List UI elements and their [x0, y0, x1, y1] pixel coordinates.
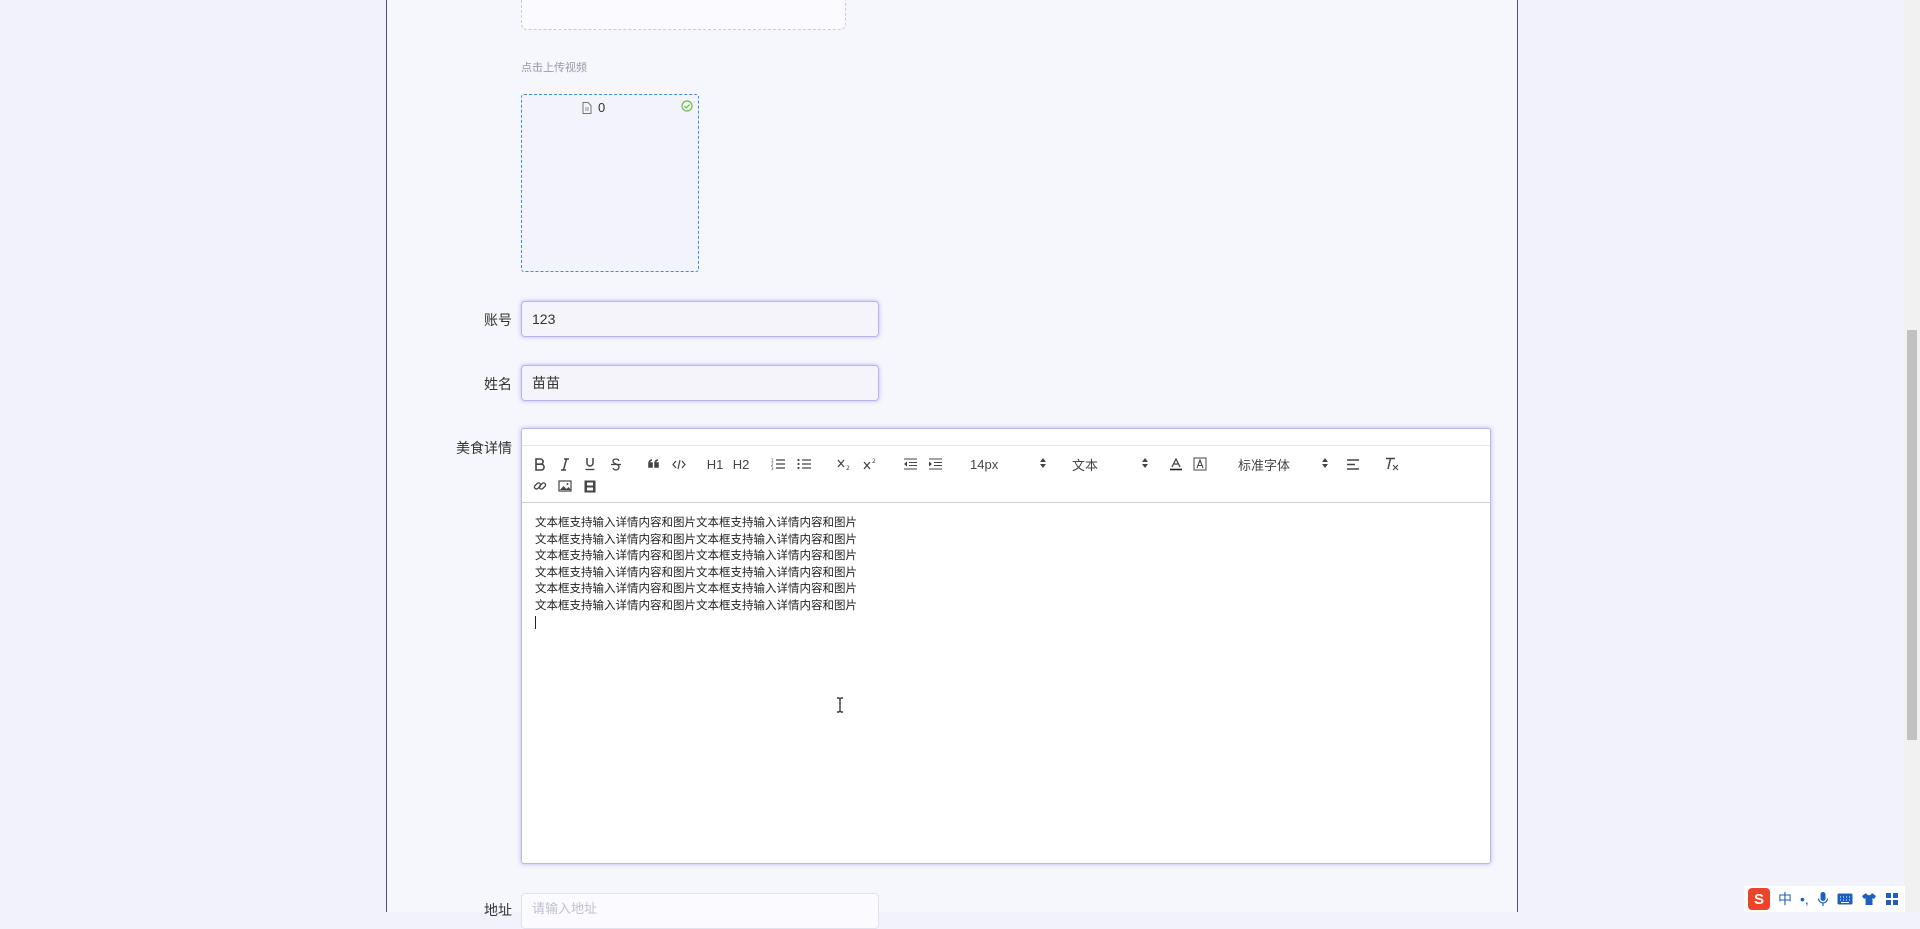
- size-picker[interactable]: 14px: [970, 455, 1046, 473]
- svg-text:3: 3: [771, 466, 774, 470]
- image-upload-box[interactable]: [521, 0, 846, 30]
- header-1-button[interactable]: H1: [706, 455, 724, 473]
- upload-video-hint: 点击上传视频: [521, 62, 587, 74]
- bold-icon[interactable]: [532, 455, 548, 473]
- header-picker-value: 文本: [1072, 457, 1099, 473]
- italic-icon[interactable]: [557, 455, 573, 473]
- editor-line: 文本框支持输入详情内容和图片文本框支持输入详情内容和图片: [535, 533, 857, 546]
- name-input[interactable]: 苗苗: [521, 365, 879, 401]
- editor-content[interactable]: 文本框支持输入详情内容和图片文本框支持输入详情内容和图片 文本框支持输入详情内容…: [535, 515, 857, 629]
- scrollbar-thumb[interactable]: [1907, 330, 1917, 740]
- microphone-icon[interactable]: [1817, 891, 1829, 907]
- outdent-icon[interactable]: [902, 455, 918, 473]
- keyboard-icon[interactable]: [1837, 893, 1853, 905]
- video-upload-box[interactable]: 0: [521, 94, 699, 272]
- rich-text-editor[interactable]: H1 H2 123 2 2 14px 文本 标准字体 文本框支持输入详情内容和图…: [521, 428, 1491, 864]
- align-icon[interactable]: [1345, 455, 1361, 473]
- editor-line: 文本框支持输入详情内容和图片文本框支持输入详情内容和图片: [535, 583, 857, 595]
- name-label: 姓名: [484, 376, 512, 392]
- file-name: 0: [598, 100, 606, 115]
- text-caret: [535, 616, 536, 629]
- blockquote-icon[interactable]: [646, 455, 662, 473]
- font-picker[interactable]: 标准字体: [1238, 455, 1328, 473]
- picker-arrows-icon: [1322, 458, 1328, 468]
- address-label: 地址: [484, 902, 512, 918]
- ime-punctuation-toggle[interactable]: •,: [1800, 891, 1809, 907]
- ordered-list-icon[interactable]: 123: [770, 455, 786, 473]
- svg-text:2: 2: [846, 465, 850, 471]
- uploaded-file[interactable]: 0: [582, 100, 605, 115]
- strike-icon[interactable]: [608, 455, 624, 473]
- header-picker[interactable]: 文本: [1072, 455, 1148, 473]
- account-input[interactable]: 123: [521, 301, 879, 337]
- editor-line: 文本框支持输入详情内容和图片文本框支持输入详情内容和图片: [535, 566, 857, 579]
- sogou-ime-icon[interactable]: S: [1748, 888, 1770, 910]
- link-icon[interactable]: [532, 477, 548, 495]
- editor-line: 文本框支持输入详情内容和图片文本框支持输入详情内容和图片: [535, 517, 857, 529]
- bullet-list-icon[interactable]: [796, 455, 812, 473]
- picker-arrows-icon: [1142, 458, 1148, 468]
- code-block-icon[interactable]: [671, 455, 687, 473]
- font-picker-value: 标准字体: [1238, 457, 1291, 473]
- text-color-icon[interactable]: [1168, 455, 1184, 473]
- subscript-icon[interactable]: 2: [836, 455, 852, 473]
- food-detail-label: 美食详情: [456, 440, 512, 456]
- editor-top-strip: [522, 429, 1490, 446]
- underline-icon[interactable]: [582, 455, 598, 473]
- skin-icon[interactable]: [1861, 892, 1877, 906]
- image-icon[interactable]: [557, 477, 573, 495]
- editor-line: 文本框支持输入详情内容和图片文本框支持输入详情内容和图片: [535, 599, 857, 612]
- text-cursor-icon: [837, 697, 843, 713]
- clear-format-icon[interactable]: [1384, 455, 1400, 473]
- account-label: 账号: [484, 312, 512, 328]
- svg-text:2: 2: [872, 458, 876, 465]
- apps-grid-icon[interactable]: [1885, 892, 1899, 906]
- file-icon: [582, 101, 592, 114]
- size-picker-value: 14px: [970, 456, 999, 472]
- success-check-icon: [681, 100, 693, 112]
- video-icon[interactable]: [582, 477, 598, 495]
- editor-toolbar: H1 H2 123 2 2 14px 文本 标准字体: [522, 446, 1490, 503]
- indent-icon[interactable]: [927, 455, 943, 473]
- background-color-icon[interactable]: [1192, 455, 1208, 473]
- address-input[interactable]: 请输入地址: [521, 893, 879, 929]
- ime-language-toggle[interactable]: 中: [1778, 889, 1792, 909]
- superscript-icon[interactable]: 2: [862, 455, 878, 473]
- header-2-button[interactable]: H2: [732, 455, 750, 473]
- ime-toolbar[interactable]: S 中 •,: [1744, 886, 1905, 912]
- page-scrollbar[interactable]: [1904, 0, 1920, 912]
- editor-line: 文本框支持输入详情内容和图片文本框支持输入详情内容和图片: [535, 550, 857, 562]
- picker-arrows-icon: [1040, 458, 1046, 468]
